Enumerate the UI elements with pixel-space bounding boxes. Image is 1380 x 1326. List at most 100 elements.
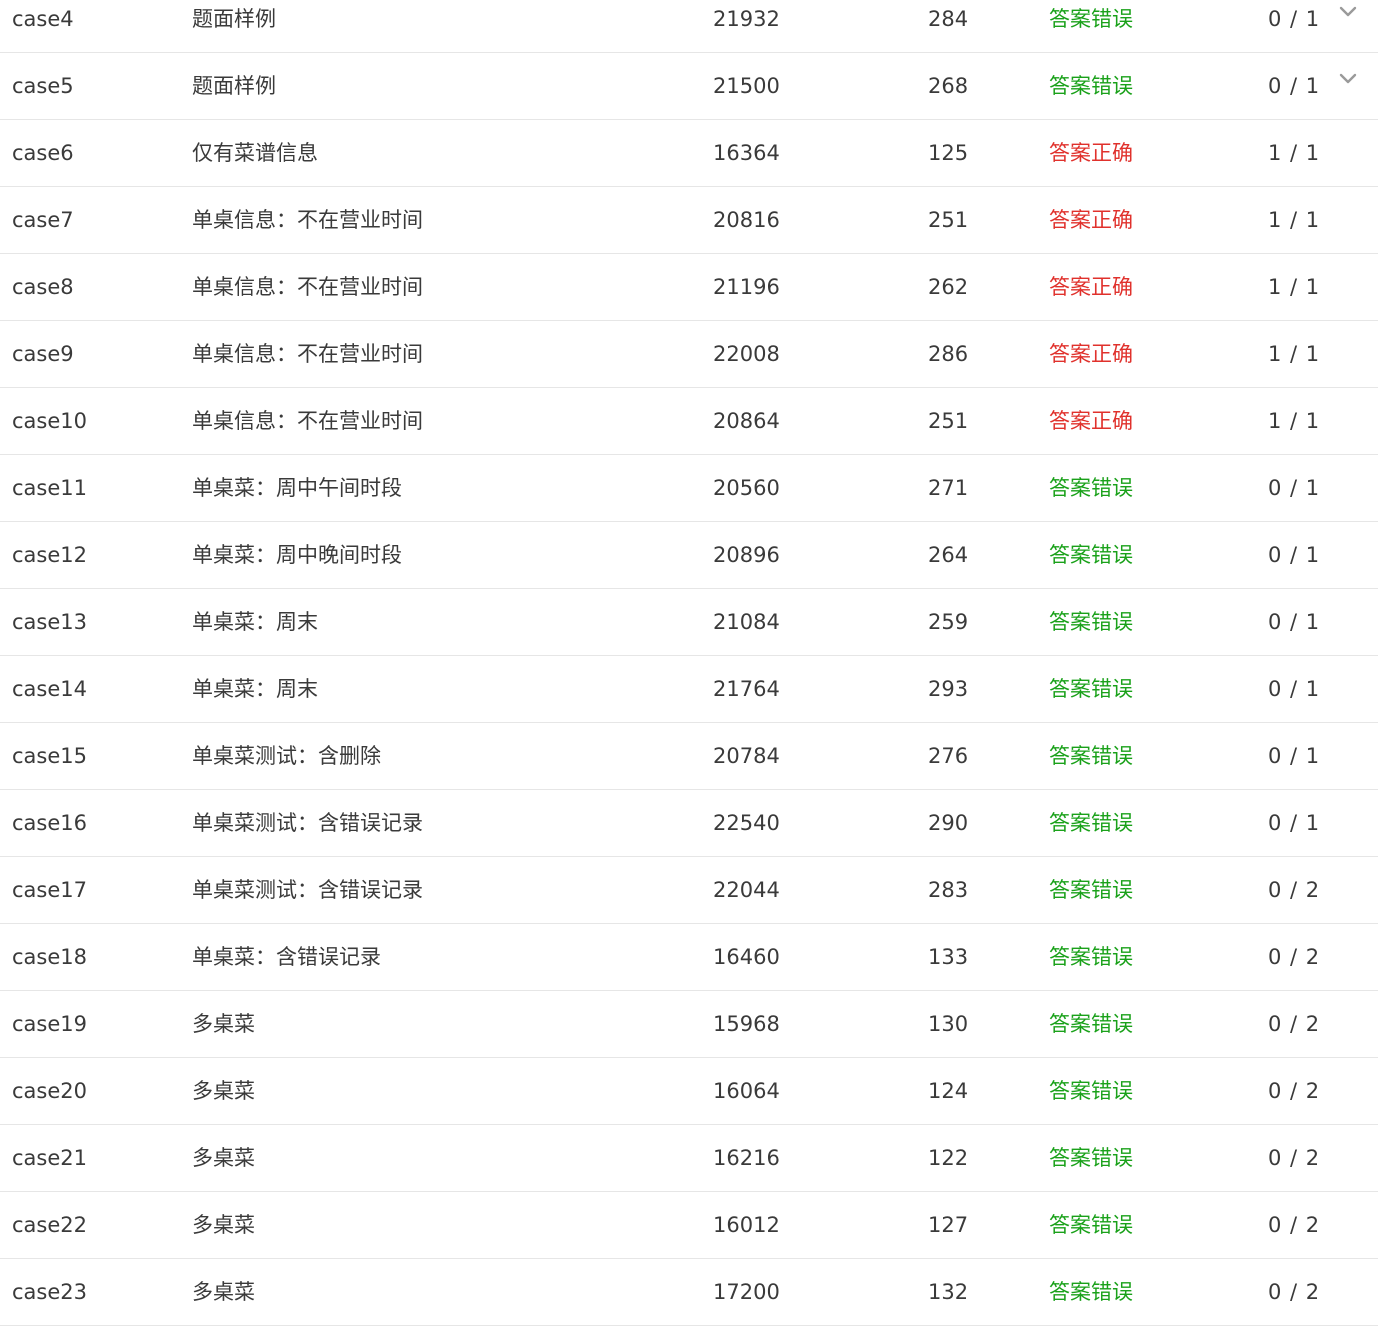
table-row: case14 单桌菜：周末 21764 293 答案错误 0 / 1: [0, 656, 1378, 723]
case-name: 题面样例: [192, 74, 276, 98]
score-value: 1 / 1: [1268, 409, 1321, 433]
memory-value: 16012: [713, 1213, 780, 1237]
memory-value: 21084: [713, 610, 780, 634]
time-value: 293: [928, 677, 969, 701]
result-status: 答案错误: [1049, 744, 1133, 768]
score-value: 0 / 2: [1268, 1213, 1321, 1237]
result-status: 答案错误: [1049, 7, 1133, 31]
time-value: 262: [928, 275, 969, 299]
case-name: 多桌菜: [192, 1012, 255, 1036]
case-id: case9: [12, 342, 74, 366]
result-status: 答案错误: [1049, 1079, 1133, 1103]
time-value: 130: [928, 1012, 969, 1036]
table-row[interactable]: case4 题面样例 21932 284 答案错误 0 / 1: [0, 0, 1378, 53]
memory-value: 16364: [713, 141, 780, 165]
time-value: 259: [928, 610, 969, 634]
result-status: 答案错误: [1049, 1213, 1133, 1237]
case-name: 题面样例: [192, 7, 276, 31]
result-status: 答案正确: [1049, 409, 1133, 433]
case-name: 多桌菜: [192, 1079, 255, 1103]
time-value: 132: [928, 1280, 969, 1304]
result-status: 答案错误: [1049, 543, 1133, 567]
table-row: case7 单桌信息：不在营业时间 20816 251 答案正确 1 / 1: [0, 187, 1378, 254]
case-name: 单桌信息：不在营业时间: [192, 342, 423, 366]
result-status: 答案错误: [1049, 1146, 1133, 1170]
score-value: 0 / 2: [1268, 1079, 1321, 1103]
case-id: case7: [12, 208, 74, 232]
score-value: 0 / 1: [1268, 476, 1321, 500]
table-row: case21 多桌菜 16216 122 答案错误 0 / 2: [0, 1125, 1378, 1192]
case-name: 单桌菜：周末: [192, 677, 318, 701]
memory-value: 16064: [713, 1079, 780, 1103]
time-value: 122: [928, 1146, 969, 1170]
table-row: case22 多桌菜 16012 127 答案错误 0 / 2: [0, 1192, 1378, 1259]
time-value: 290: [928, 811, 969, 835]
score-value: 0 / 2: [1268, 878, 1321, 902]
memory-value: 22008: [713, 342, 780, 366]
time-value: 284: [928, 7, 969, 31]
time-value: 251: [928, 208, 969, 232]
table-row: case9 单桌信息：不在营业时间 22008 286 答案正确 1 / 1: [0, 321, 1378, 388]
case-name: 单桌信息：不在营业时间: [192, 208, 423, 232]
score-value: 1 / 1: [1268, 342, 1321, 366]
memory-value: 16460: [713, 945, 780, 969]
time-value: 124: [928, 1079, 969, 1103]
result-status: 答案错误: [1049, 74, 1133, 98]
case-name: 单桌菜：周末: [192, 610, 318, 634]
time-value: 268: [928, 74, 969, 98]
chevron-down-icon[interactable]: [1338, 6, 1362, 30]
table-row: case19 多桌菜 15968 130 答案错误 0 / 2: [0, 991, 1378, 1058]
score-value: 0 / 1: [1268, 811, 1321, 835]
table-row: case13 单桌菜：周末 21084 259 答案错误 0 / 1: [0, 589, 1378, 656]
memory-value: 20864: [713, 409, 780, 433]
case-id: case16: [12, 811, 87, 835]
time-value: 286: [928, 342, 969, 366]
case-id: case8: [12, 275, 74, 299]
case-id: case15: [12, 744, 87, 768]
table-row: case6 仅有菜谱信息 16364 125 答案正确 1 / 1: [0, 120, 1378, 187]
table-row[interactable]: case5 题面样例 21500 268 答案错误 0 / 1: [0, 53, 1378, 120]
memory-value: 21932: [713, 7, 780, 31]
case-id: case14: [12, 677, 87, 701]
score-value: 1 / 1: [1268, 275, 1321, 299]
result-status: 答案错误: [1049, 1012, 1133, 1036]
case-name: 单桌菜测试：含错误记录: [192, 811, 423, 835]
table-row: case11 单桌菜：周中午间时段 20560 271 答案错误 0 / 1: [0, 455, 1378, 522]
case-name: 多桌菜: [192, 1146, 255, 1170]
case-id: case19: [12, 1012, 87, 1036]
score-value: 0 / 2: [1268, 945, 1321, 969]
case-name: 单桌信息：不在营业时间: [192, 409, 423, 433]
score-value: 0 / 2: [1268, 1280, 1321, 1304]
table-row: case18 单桌菜：含错误记录 16460 133 答案错误 0 / 2: [0, 924, 1378, 991]
score-value: 0 / 1: [1268, 610, 1321, 634]
case-id: case21: [12, 1146, 87, 1170]
memory-value: 22540: [713, 811, 780, 835]
case-name: 单桌菜测试：含删除: [192, 744, 381, 768]
score-value: 0 / 1: [1268, 7, 1321, 31]
score-value: 0 / 2: [1268, 1146, 1321, 1170]
case-id: case10: [12, 409, 87, 433]
score-value: 0 / 1: [1268, 744, 1321, 768]
result-status: 答案错误: [1049, 677, 1133, 701]
score-value: 1 / 1: [1268, 141, 1321, 165]
time-value: 125: [928, 141, 969, 165]
memory-value: 17200: [713, 1280, 780, 1304]
table-row: case16 单桌菜测试：含错误记录 22540 290 答案错误 0 / 1: [0, 790, 1378, 857]
case-id: case20: [12, 1079, 87, 1103]
score-value: 0 / 2: [1268, 1012, 1321, 1036]
chevron-down-icon[interactable]: [1338, 73, 1362, 97]
case-name: 多桌菜: [192, 1213, 255, 1237]
memory-value: 20896: [713, 543, 780, 567]
table-row: case15 单桌菜测试：含删除 20784 276 答案错误 0 / 1: [0, 723, 1378, 790]
case-name: 单桌信息：不在营业时间: [192, 275, 423, 299]
case-name: 单桌菜：含错误记录: [192, 945, 381, 969]
score-value: 0 / 1: [1268, 74, 1321, 98]
time-value: 276: [928, 744, 969, 768]
result-status: 答案错误: [1049, 945, 1133, 969]
memory-value: 21764: [713, 677, 780, 701]
case-name: 多桌菜: [192, 1280, 255, 1304]
memory-value: 15968: [713, 1012, 780, 1036]
score-value: 1 / 1: [1268, 208, 1321, 232]
case-id: case13: [12, 610, 87, 634]
time-value: 133: [928, 945, 969, 969]
